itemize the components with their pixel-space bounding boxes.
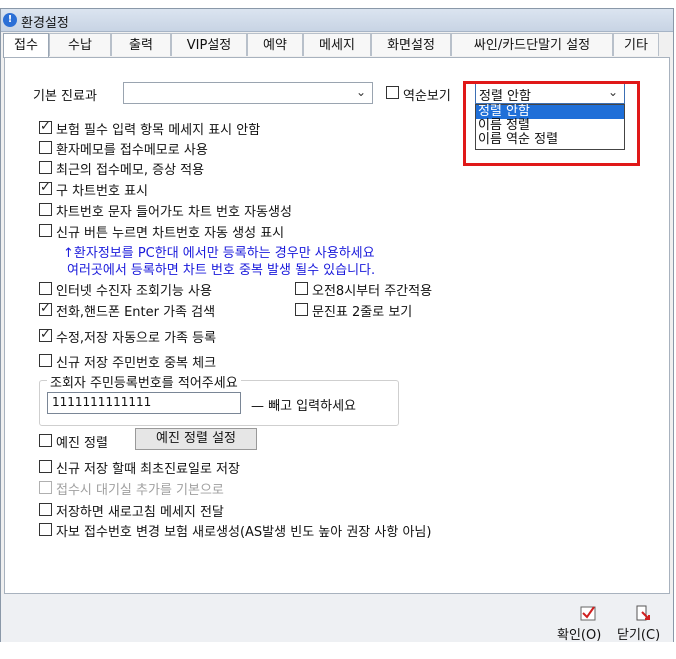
questionnaire-label: 문진표 2줄로 보기 <box>312 305 413 320</box>
option-label: 차트번호 문자 들어가도 차트 번호 자동생성 <box>56 205 292 220</box>
option-checkbox[interactable] <box>39 119 52 134</box>
tab-vip[interactable]: VIP설정 <box>171 33 247 56</box>
reverse-checkbox[interactable] <box>386 86 399 99</box>
rrn-dup-label: 신규 저장 주민번호 중복 체크 <box>56 356 217 371</box>
first-visit-label: 신규 저장 할때 최초진료일로 저장 <box>56 462 240 477</box>
tab-bar: 접수 수납 출력 VIP설정 예약 메세지 화면설정 싸인/카드단말기 설정 기… <box>1 33 673 58</box>
option-checkbox[interactable] <box>39 203 52 216</box>
option-checkbox[interactable] <box>39 161 52 174</box>
am8-label: 오전8시부터 주간적용 <box>312 284 433 299</box>
dept-label: 기본 진료과 <box>33 89 97 104</box>
option-label: 환자메모를 접수메모로 사용 <box>56 143 208 158</box>
autofamily-label: 수정,저장 자동으로 가족 등록 <box>56 331 217 346</box>
highlight-box <box>463 81 640 166</box>
autofamily-checkbox[interactable] <box>39 327 52 342</box>
refresh-msg-label: 저장하면 새로고침 메세지 전달 <box>56 505 224 520</box>
tab-sign-card[interactable]: 싸인/카드단말기 설정 <box>451 33 613 56</box>
option-label: 보험 필수 입력 항목 메세지 표시 안함 <box>56 123 261 138</box>
phone-label: 전화,핸드폰 Enter 가족 검색 <box>56 305 216 320</box>
refresh-msg-checkbox[interactable] <box>39 503 52 516</box>
close-button[interactable]: 닫기(C) <box>617 602 671 643</box>
tab-reception[interactable]: 접수 <box>3 33 49 58</box>
chevron-down-icon: ⌄ <box>355 85 366 99</box>
option-label: 최근의 접수메모, 증상 적용 <box>56 163 205 178</box>
reserve-sort-label: 예진 정렬 <box>56 436 108 451</box>
tab-etc[interactable]: 기타 <box>613 33 659 56</box>
close-label: 닫기(C) <box>617 628 661 643</box>
window-title: 환경설정 <box>21 16 69 31</box>
confirm-icon <box>580 606 596 621</box>
phone-checkbox[interactable] <box>39 301 52 316</box>
title-bar: ! 환경설정 <box>1 9 673 32</box>
confirm-label: 확인(O) <box>557 628 602 643</box>
rrn-group-legend: 조회자 주민등록번호를 적어주세요 <box>47 372 241 391</box>
option-label: 구 차트번호 표시 <box>56 184 148 199</box>
rrn-dup-checkbox[interactable] <box>39 354 52 367</box>
notice-line-2: 여러곳에서 등록하면 차트 번호 중복 발생 될수 있습니다. <box>67 263 376 278</box>
auto-number-label: 자보 접수번호 변경 보험 새로생성(AS발생 빈도 높아 권장 사항 아님) <box>56 525 432 540</box>
tab-print[interactable]: 출력 <box>111 33 171 56</box>
option-checkbox[interactable] <box>39 180 52 195</box>
info-icon: ! <box>3 13 17 27</box>
auto-number-checkbox[interactable] <box>39 523 52 536</box>
rrn-hint: — 빼고 입력하세요 <box>251 399 356 414</box>
tab-reservation[interactable]: 예약 <box>247 33 303 56</box>
footer-bar: 확인(O) 닫기(C) <box>1 594 673 643</box>
internet-label: 인터넷 수진자 조회기능 사용 <box>56 284 212 299</box>
tab-screen[interactable]: 화면설정 <box>371 33 451 56</box>
option-checkbox[interactable] <box>39 141 52 154</box>
tab-payment[interactable]: 수납 <box>49 33 111 56</box>
am8-checkbox[interactable] <box>295 282 308 295</box>
rrn-value: 1111111111111 <box>52 395 152 409</box>
close-door-icon <box>636 605 650 621</box>
tab-message[interactable]: 메세지 <box>303 33 371 56</box>
reverse-label: 역순보기 <box>403 89 451 104</box>
waiting-room-label: 접수시 대기실 추가를 기본으로 <box>56 483 224 498</box>
questionnaire-checkbox[interactable] <box>295 303 308 316</box>
first-visit-checkbox[interactable] <box>39 460 52 473</box>
confirm-button[interactable]: 확인(O) <box>557 602 615 643</box>
option-checkbox[interactable] <box>39 224 52 237</box>
waiting-room-checkbox <box>39 481 52 494</box>
dept-combo[interactable]: ⌄ <box>123 82 373 104</box>
rrn-input[interactable]: 1111111111111 <box>47 392 241 414</box>
reserve-sort-settings-button[interactable]: 예진 정렬 설정 <box>135 428 257 450</box>
reserve-sort-checkbox[interactable] <box>39 434 52 447</box>
internet-checkbox[interactable] <box>39 282 52 295</box>
option-label: 신규 버튼 누르면 차트번호 자동 생성 표시 <box>56 226 285 241</box>
